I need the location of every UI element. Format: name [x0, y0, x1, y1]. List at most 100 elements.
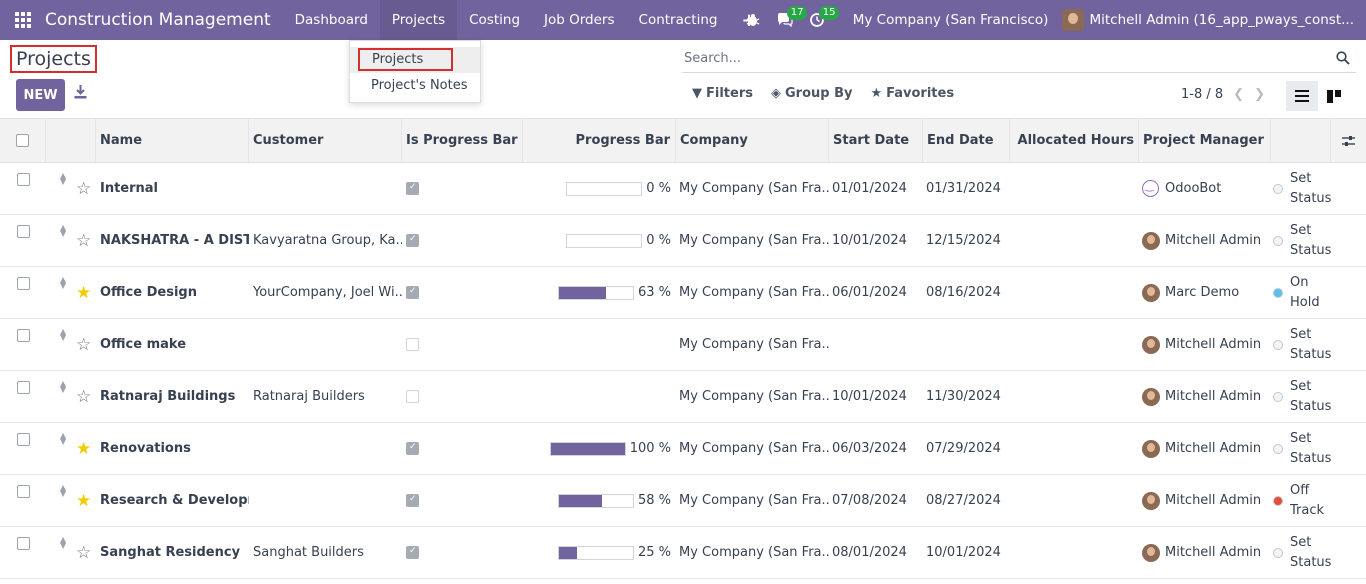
- star-outline-icon[interactable]: ☆: [76, 163, 96, 214]
- row-checkbox[interactable]: [16, 381, 30, 394]
- status-cell[interactable]: Set Status: [1273, 215, 1333, 266]
- header-company[interactable]: Company: [676, 119, 829, 162]
- table-row[interactable]: ▲▼ ★ Research & Developm... 58 % My Comp…: [0, 475, 1366, 527]
- row-checkbox[interactable]: [16, 277, 30, 290]
- drag-handle-icon[interactable]: ▲ ▼: [60, 163, 72, 214]
- drag-handle-icon[interactable]: ▲ ▼: [60, 319, 72, 370]
- table-row[interactable]: ▲ ▼ ☆ Office make My Company (San Fra... …: [0, 319, 1366, 371]
- row-checkbox[interactable]: [16, 173, 30, 186]
- pager-value[interactable]: 1-8 / 8: [1181, 87, 1223, 102]
- header-allocated-hours[interactable]: Allocated Hours: [1010, 119, 1139, 162]
- is-progress-checkbox[interactable]: [406, 390, 419, 403]
- optional-columns-icon[interactable]: [1331, 119, 1366, 162]
- drag-handle-icon[interactable]: ▲ ▼: [60, 423, 72, 474]
- search-input[interactable]: [682, 51, 1322, 66]
- project-manager[interactable]: Mitchell Admin: [1142, 475, 1271, 526]
- drag-handle-icon[interactable]: ▲ ▼: [60, 527, 72, 578]
- table-row[interactable]: ▲▼ ★ Renovations 100 % My Company (San F…: [0, 423, 1366, 475]
- project-manager[interactable]: Mitchell Admin: [1142, 371, 1271, 422]
- start-date: 06/03/2024: [832, 441, 907, 456]
- favorite-star-icon[interactable]: ★: [76, 475, 96, 526]
- is-progress-checkbox-cell: [402, 371, 523, 422]
- row-checkbox[interactable]: [16, 485, 30, 498]
- menu-projects[interactable]: Projects: [379, 0, 458, 40]
- header-progress-bar[interactable]: Progress Bar: [523, 119, 676, 162]
- is-progress-checkbox[interactable]: [406, 546, 419, 559]
- status-cell[interactable]: Set Status: [1273, 527, 1333, 578]
- menu-costing[interactable]: Costing: [457, 0, 532, 40]
- status-cell[interactable]: Off Track: [1273, 475, 1333, 526]
- project-manager[interactable]: Mitchell Admin: [1142, 527, 1271, 578]
- project-manager[interactable]: Mitchell Admin: [1142, 423, 1271, 474]
- is-progress-checkbox[interactable]: [406, 234, 419, 247]
- header-project-manager[interactable]: Project Manager: [1139, 119, 1271, 162]
- row-checkbox[interactable]: [16, 537, 30, 550]
- table-row[interactable]: ▲ ▼ ☆ Ratnaraj Buildings Ratnaraj Builder…: [0, 371, 1366, 423]
- is-progress-checkbox[interactable]: [406, 494, 419, 507]
- status-cell[interactable]: Set Status: [1273, 371, 1333, 422]
- bug-icon[interactable]: [737, 0, 769, 40]
- top-navbar: Construction Management Dashboard Projec…: [0, 0, 1366, 40]
- table-row[interactable]: ▲ ▼ ★ Office Design YourCompany, Joel Wi.…: [0, 267, 1366, 319]
- table-row[interactable]: ▲ ▼ ☆ Sanghat Residency Sanghat Builders …: [0, 527, 1366, 579]
- project-manager[interactable]: Marc Demo: [1142, 267, 1271, 318]
- is-progress-checkbox[interactable]: [406, 182, 419, 195]
- drag-handle-icon[interactable]: ▲ ▼: [60, 215, 72, 266]
- messages-icon[interactable]: 17: [769, 0, 808, 40]
- row-checkbox[interactable]: [16, 225, 30, 238]
- table-row[interactable]: ▲▼ ☆ Internal 0 % My Company (San Fra...…: [0, 163, 1366, 215]
- is-progress-checkbox[interactable]: [406, 442, 419, 455]
- start-date: 06/01/2024: [832, 285, 907, 300]
- group-by-button[interactable]: ◈ Group By: [771, 86, 852, 101]
- favorite-star-icon[interactable]: ★: [76, 267, 96, 318]
- row-checkbox[interactable]: [16, 329, 30, 342]
- status-cell[interactable]: Set Status: [1273, 163, 1333, 214]
- user-menu[interactable]: Mitchell Admin (16_app_pways_const...: [1062, 9, 1354, 31]
- pager-previous-icon[interactable]: ❮: [1233, 87, 1244, 102]
- drag-handle-icon[interactable]: ▲ ▼: [60, 475, 72, 526]
- favorites-button[interactable]: ★ Favorites: [870, 86, 954, 101]
- apps-menu-icon[interactable]: [0, 0, 45, 40]
- search-icon[interactable]: [1336, 51, 1350, 65]
- progress-bar: [549, 441, 626, 456]
- list-view-icon[interactable]: [1286, 81, 1318, 111]
- drag-handle-icon[interactable]: ▲ ▼: [60, 267, 72, 318]
- favorite-star-icon[interactable]: ★: [76, 423, 96, 474]
- header-start-date[interactable]: Start Date: [829, 119, 923, 162]
- select-all-checkbox[interactable]: [16, 134, 29, 147]
- is-progress-checkbox-cell: [402, 267, 523, 318]
- star-outline-icon[interactable]: ☆: [76, 319, 96, 370]
- header-name[interactable]: Name: [96, 119, 249, 162]
- menu-job-orders[interactable]: Job Orders: [532, 0, 627, 40]
- activities-clock-icon[interactable]: 15: [801, 0, 840, 40]
- kanban-view-icon[interactable]: [1318, 81, 1350, 111]
- dropdown-item-project-notes[interactable]: Project's Notes: [350, 73, 480, 99]
- header-is-progress-bar[interactable]: Is Progress Bar: [402, 119, 523, 162]
- filters-button[interactable]: ▼ Filters: [692, 86, 753, 101]
- pager-next-icon[interactable]: ❯: [1254, 87, 1265, 102]
- status-cell[interactable]: On Hold: [1273, 267, 1333, 318]
- download-icon[interactable]: [74, 85, 90, 105]
- header-end-date[interactable]: End Date: [923, 119, 1010, 162]
- status-label: Set Status: [1290, 534, 1332, 570]
- star-outline-icon[interactable]: ☆: [76, 215, 96, 266]
- table-row[interactable]: ▲▼ ☆ NAKSHATRA - A DISTI... Kavyaratna G…: [0, 215, 1366, 267]
- project-manager[interactable]: OdooBot: [1142, 163, 1271, 214]
- menu-contracting[interactable]: Contracting: [627, 0, 730, 40]
- is-progress-checkbox[interactable]: [406, 338, 419, 351]
- new-button[interactable]: NEW: [16, 79, 65, 111]
- is-progress-checkbox[interactable]: [406, 286, 419, 299]
- dropdown-item-projects[interactable]: Projects: [350, 47, 480, 73]
- status-cell[interactable]: Set Status: [1273, 423, 1333, 474]
- drag-handle-icon[interactable]: ▲ ▼: [60, 371, 72, 422]
- menu-dashboard[interactable]: Dashboard: [283, 0, 380, 40]
- star-outline-icon[interactable]: ☆: [76, 527, 96, 578]
- header-customer[interactable]: Customer: [249, 119, 402, 162]
- company-switcher[interactable]: My Company (San Francisco): [853, 12, 1049, 28]
- app-name[interactable]: Construction Management: [45, 10, 271, 30]
- row-checkbox[interactable]: [16, 433, 30, 446]
- project-manager[interactable]: Mitchell Admin: [1142, 319, 1271, 370]
- project-manager[interactable]: Mitchell Admin: [1142, 215, 1271, 266]
- star-outline-icon[interactable]: ☆: [76, 371, 96, 422]
- status-cell[interactable]: Set Status: [1273, 319, 1333, 370]
